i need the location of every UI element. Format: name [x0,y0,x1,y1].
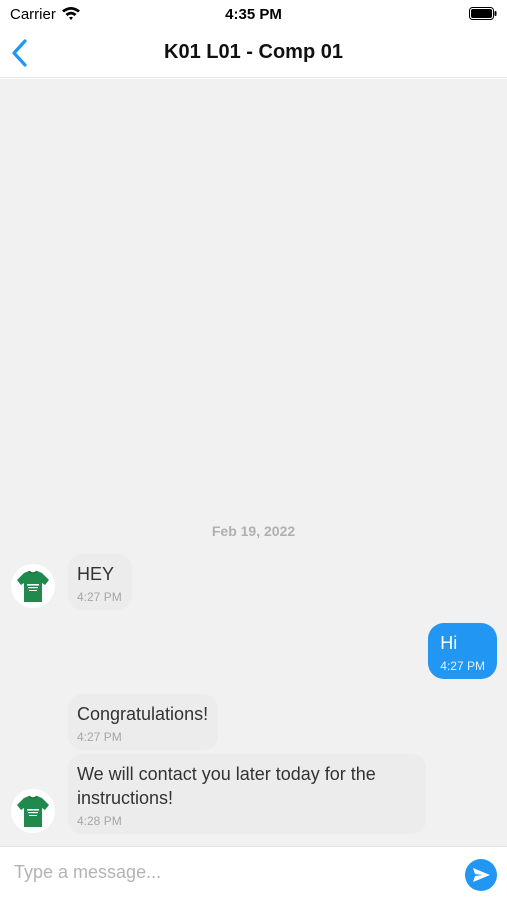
status-time: 4:35 PM [225,6,282,23]
incoming-message[interactable]: HEY 4:27 PM [68,554,132,610]
composer-bar [0,846,507,900]
incoming-message[interactable]: We will contact you later today for the … [68,754,426,834]
status-bar: Carrier 4:35 PM [0,0,507,28]
chat-area[interactable]: Feb 19, 2022 HEY 4:27 PM Hi 4:27 PM Cong… [0,79,507,846]
date-separator: Feb 19, 2022 [211,523,296,539]
jersey-icon [11,789,55,833]
message-time: 4:28 PM [77,814,122,828]
battery-icon [469,7,497,20]
message-text: Congratulations! [77,704,209,724]
message-time: 4:27 PM [77,730,122,744]
message-text: HEY [77,564,115,584]
conversation-title: K01 L01 - Comp 01 [164,41,343,63]
message-time: 4:27 PM [77,590,122,604]
navigation-bar: K01 L01 - Comp 01 [0,28,507,78]
message-input[interactable] [14,857,444,887]
message-text: We will contact you later today for the … [77,764,376,808]
sender-avatar[interactable] [11,564,55,608]
send-button[interactable] [465,859,497,891]
send-icon [473,868,490,882]
incoming-message[interactable]: Congratulations! 4:27 PM [68,694,219,750]
sender-avatar[interactable] [11,789,55,833]
message-text: Hi [440,633,458,653]
outgoing-message[interactable]: Hi 4:27 PM [428,623,497,679]
message-time: 4:27 PM [440,659,485,673]
jersey-icon [11,564,55,608]
